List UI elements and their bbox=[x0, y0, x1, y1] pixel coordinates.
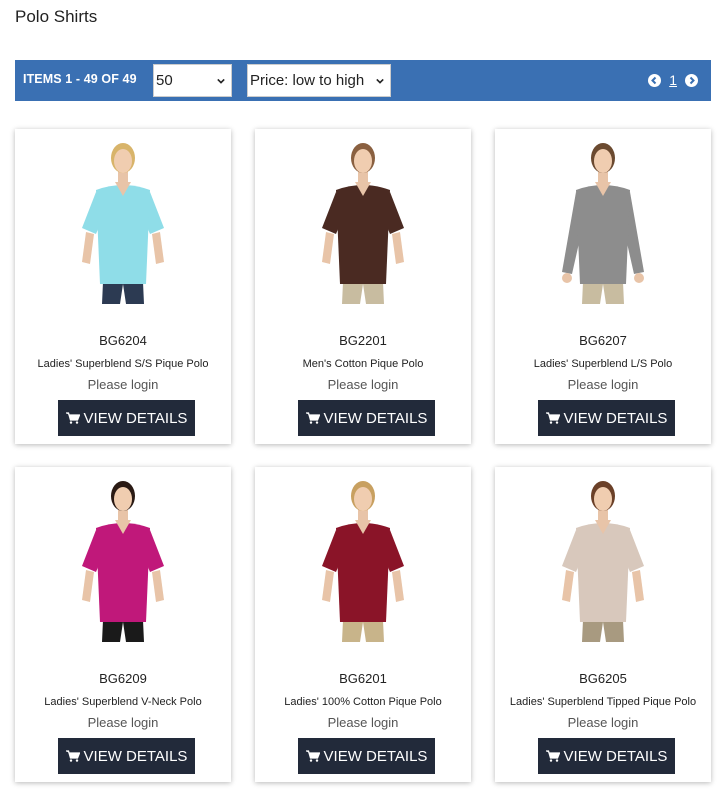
cart-icon bbox=[65, 412, 80, 424]
chevron-down-icon bbox=[376, 78, 384, 84]
product-name: Men's Cotton Pique Polo bbox=[302, 358, 424, 370]
product-card: BG6204 Ladies' Superblend S/S Pique Polo… bbox=[15, 129, 231, 444]
view-details-label: VIEW DETAILS bbox=[83, 747, 188, 765]
cart-icon bbox=[545, 750, 560, 762]
chevron-down-icon bbox=[217, 78, 225, 84]
product-sku[interactable]: BG6209 bbox=[15, 671, 231, 686]
view-details-button[interactable]: VIEW DETAILS bbox=[58, 738, 195, 774]
price-login-text: Please login bbox=[327, 715, 399, 730]
product-image[interactable] bbox=[58, 470, 188, 642]
product-name: Ladies' Superblend S/S Pique Polo bbox=[37, 358, 209, 370]
sort-select[interactable]: Price: low to high bbox=[247, 64, 391, 97]
price-login-text: Please login bbox=[87, 715, 159, 730]
cart-icon bbox=[65, 750, 80, 762]
product-image[interactable] bbox=[538, 470, 668, 642]
price-login-text: Please login bbox=[87, 377, 159, 392]
product-sku[interactable]: BG6204 bbox=[15, 333, 231, 348]
product-name: Ladies' Superblend V-Neck Polo bbox=[44, 696, 202, 708]
view-details-label: VIEW DETAILS bbox=[323, 409, 428, 427]
items-count: ITEMS 1 - 49 OF 49 bbox=[23, 72, 137, 86]
page-link-1[interactable]: 1 bbox=[669, 72, 677, 88]
view-details-button[interactable]: VIEW DETAILS bbox=[58, 400, 195, 436]
page-size-select[interactable]: 50 bbox=[153, 64, 232, 97]
sort-value: Price: low to high bbox=[250, 72, 365, 89]
price-login-text: Please login bbox=[327, 377, 399, 392]
product-sku[interactable]: BG6205 bbox=[495, 671, 711, 686]
page-size-value: 50 bbox=[156, 72, 173, 89]
product-sku[interactable]: BG6201 bbox=[255, 671, 471, 686]
product-image[interactable] bbox=[538, 132, 668, 304]
product-card: BG6201 Ladies' 100% Cotton Pique Polo Pl… bbox=[255, 467, 471, 782]
cart-icon bbox=[305, 412, 320, 424]
product-card: BG6209 Ladies' Superblend V-Neck Polo Pl… bbox=[15, 467, 231, 782]
view-details-button[interactable]: VIEW DETAILS bbox=[298, 738, 435, 774]
cart-icon bbox=[545, 412, 560, 424]
chevron-right-icon bbox=[689, 76, 695, 84]
view-details-label: VIEW DETAILS bbox=[563, 747, 668, 765]
product-card: BG6207 Ladies' Superblend L/S Polo Pleas… bbox=[495, 129, 711, 444]
product-sku[interactable]: BG6207 bbox=[495, 333, 711, 348]
product-card: BG6205 Ladies' Superblend Tipped Pique P… bbox=[495, 467, 711, 782]
product-name: Ladies' Superblend L/S Polo bbox=[533, 358, 673, 370]
view-details-button[interactable]: VIEW DETAILS bbox=[298, 400, 435, 436]
chevron-left-icon bbox=[651, 76, 657, 84]
price-login-text: Please login bbox=[567, 715, 639, 730]
view-details-label: VIEW DETAILS bbox=[563, 409, 668, 427]
pagination: 1 bbox=[648, 72, 698, 88]
price-login-text: Please login bbox=[567, 377, 639, 392]
view-details-button[interactable]: VIEW DETAILS bbox=[538, 400, 675, 436]
cart-icon bbox=[305, 750, 320, 762]
product-name: Ladies' Superblend Tipped Pique Polo bbox=[509, 696, 697, 708]
prev-page-button[interactable] bbox=[648, 73, 662, 87]
product-sku[interactable]: BG2201 bbox=[255, 333, 471, 348]
toolbar: ITEMS 1 - 49 OF 49 50 Price: low to high… bbox=[15, 60, 711, 101]
page-title: Polo Shirts bbox=[15, 7, 98, 26]
product-name: Ladies' 100% Cotton Pique Polo bbox=[284, 696, 442, 708]
view-details-label: VIEW DETAILS bbox=[83, 409, 188, 427]
product-image[interactable] bbox=[298, 132, 428, 304]
view-details-button[interactable]: VIEW DETAILS bbox=[538, 738, 675, 774]
next-page-button[interactable] bbox=[685, 73, 698, 87]
view-details-label: VIEW DETAILS bbox=[323, 747, 428, 765]
product-image[interactable] bbox=[58, 132, 188, 304]
product-card: BG2201 Men's Cotton Pique Polo Please lo… bbox=[255, 129, 471, 444]
product-image[interactable] bbox=[298, 470, 428, 642]
